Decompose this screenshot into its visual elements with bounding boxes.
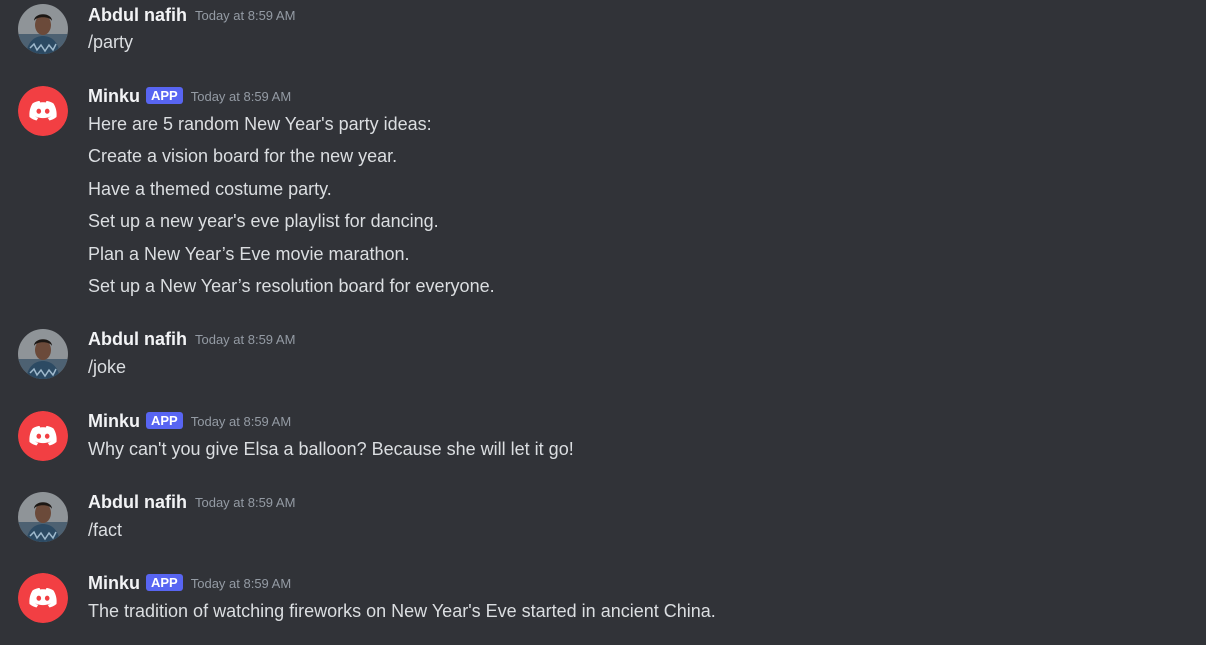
app-badge: APP (146, 574, 183, 591)
message-timestamp[interactable]: Today at 8:59 AM (195, 332, 295, 347)
bot-avatar[interactable] (18, 573, 68, 623)
user-avatar[interactable] (18, 329, 68, 379)
message-text: /fact (88, 520, 123, 540)
author-name[interactable]: Minku (88, 573, 140, 593)
message-text: Why can't you give Elsa a balloon? Becau… (88, 439, 574, 459)
app-badge: APP (146, 412, 183, 429)
app-badge: APP (146, 87, 183, 104)
discord-logo-icon (18, 86, 68, 136)
user-photo-icon (18, 492, 68, 542)
user-photo-icon (18, 4, 68, 54)
message-text: Set up a New Year’s resolution board for… (88, 276, 495, 296)
author-name[interactable]: Minku (88, 411, 140, 431)
bot-avatar[interactable] (18, 411, 68, 461)
message-text: Have a themed costume party. (88, 179, 332, 199)
message-text: Plan a New Year’s Eve movie marathon. (88, 244, 410, 264)
author-name[interactable]: Minku (88, 86, 140, 106)
message-timestamp[interactable]: Today at 8:59 AM (191, 576, 291, 591)
author-name[interactable]: Abdul nafih (88, 492, 187, 512)
message-timestamp[interactable]: Today at 8:59 AM (195, 495, 295, 510)
author-name[interactable]: Abdul nafih (88, 5, 187, 25)
message-text: /joke (88, 357, 127, 377)
message-timestamp[interactable]: Today at 8:59 AM (191, 414, 291, 429)
message-text: /party (88, 32, 134, 52)
message-timestamp[interactable]: Today at 8:59 AM (191, 89, 291, 104)
author-name[interactable]: Abdul nafih (88, 329, 187, 349)
message-text: Set up a new year's eve playlist for dan… (88, 211, 439, 231)
message-text: Here are 5 random New Year's party ideas… (88, 114, 432, 134)
message-timestamp[interactable]: Today at 8:59 AM (195, 8, 295, 23)
bot-avatar[interactable] (18, 86, 68, 136)
discord-logo-icon (18, 573, 68, 623)
discord-logo-icon (18, 411, 68, 461)
message-text: The tradition of watching fireworks on N… (88, 601, 716, 621)
user-avatar[interactable] (18, 4, 68, 54)
user-avatar[interactable] (18, 492, 68, 542)
message-text: Create a vision board for the new year. (88, 146, 398, 166)
user-photo-icon (18, 329, 68, 379)
